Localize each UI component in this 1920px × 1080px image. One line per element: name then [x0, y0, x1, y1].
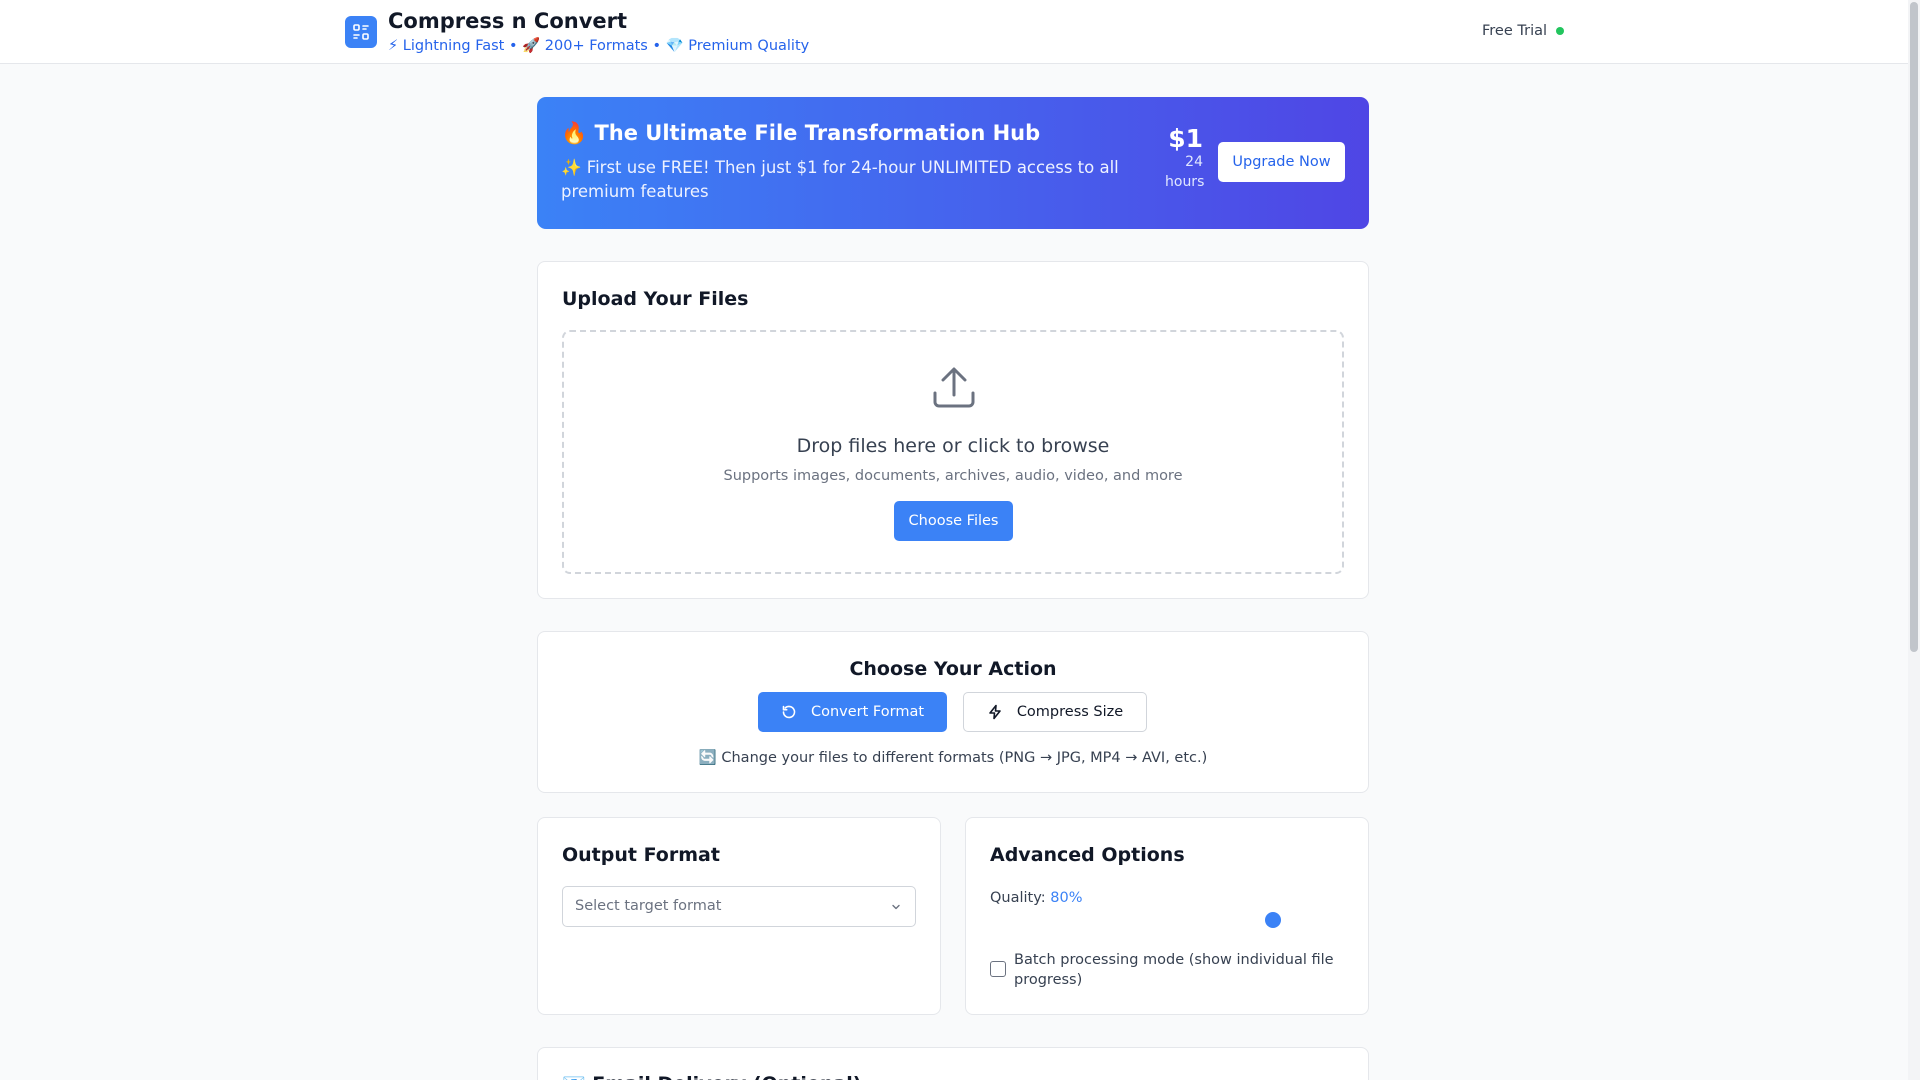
price-period: 24 hours — [1165, 154, 1205, 190]
lightning-icon — [989, 704, 1001, 720]
quality-value: 80% — [1050, 890, 1083, 906]
refresh-icon — [782, 705, 796, 719]
upload-title: Upload Your Files — [562, 288, 749, 310]
quality-slider-thumb[interactable] — [1265, 912, 1282, 928]
promo-title: 🔥 The Ultimate File Transformation Hub — [561, 121, 1041, 145]
dropzone-subtitle: Supports images, documents, archives, au… — [723, 468, 1183, 484]
quality-label: Quality: — [990, 890, 1046, 906]
email-delivery-card: 📧 Email Delivery (Optional) — [537, 1047, 1369, 1080]
quality-row: Quality: 80% — [990, 890, 1083, 906]
upload-icon — [933, 367, 975, 408]
dropzone-title: Drop files here or click to browse — [796, 435, 1110, 457]
output-format-title: Output Format — [562, 844, 720, 866]
app-logo[interactable] — [345, 16, 377, 48]
action-card: Choose Your Action Convert Format Compre… — [537, 631, 1369, 793]
quality-slider[interactable] — [990, 912, 1344, 928]
target-format-select[interactable]: Select target format — [562, 886, 916, 927]
free-trial-label: Free Trial — [1482, 23, 1548, 39]
app-tagline: ⚡ Lightning Fast • 🚀 200+ Formats • 💎 Pr… — [388, 38, 810, 54]
action-title: Choose Your Action — [849, 658, 1057, 680]
batch-mode-label: Batch processing mode (show individual f… — [1014, 952, 1334, 988]
convert-format-label: Convert Format — [810, 704, 925, 720]
price-block: $1 24 hours — [1143, 124, 1205, 192]
file-dropzone[interactable]: Drop files here or click to browse Suppo… — [562, 330, 1344, 574]
price-amount: $1 — [1168, 124, 1203, 153]
compress-size-label: Compress Size — [1016, 704, 1124, 720]
promo-banner: 🔥 The Ultimate File Transformation Hub ✨… — [537, 97, 1369, 229]
output-format-card: Output Format Select target format — [537, 817, 941, 1015]
advanced-options-card: Advanced Options Quality: 80% Batch proc… — [965, 817, 1369, 1015]
email-delivery-title: 📧 Email Delivery (Optional) — [562, 1072, 861, 1080]
compress-size-button[interactable]: Compress Size — [963, 692, 1147, 732]
chevron-down-icon — [892, 904, 900, 910]
page-scrollbar[interactable] — [1908, 0, 1920, 1080]
convert-format-button[interactable]: Convert Format — [758, 692, 947, 732]
scrollbar-thumb[interactable] — [1910, 2, 1918, 652]
upgrade-now-button[interactable]: Upgrade Now — [1218, 142, 1345, 182]
page: Compress n Convert ⚡ Lightning Fast • 🚀 … — [0, 0, 1908, 1080]
batch-mode-checkbox[interactable] — [990, 961, 1006, 977]
status-dot-icon — [1556, 27, 1565, 35]
choose-files-button[interactable]: Choose Files — [894, 501, 1013, 541]
promo-subtitle: ✨ First use FREE! Then just $1 for 24-ho… — [561, 158, 1119, 201]
convert-icon — [353, 24, 369, 40]
app-header: Compress n Convert ⚡ Lightning Fast • 🚀 … — [0, 0, 1908, 64]
free-trial-status: Free Trial — [1482, 23, 1565, 39]
advanced-options-title: Advanced Options — [990, 844, 1185, 866]
app-title: Compress n Convert — [388, 9, 628, 33]
action-description: 🔄 Change your files to different formats… — [698, 750, 1208, 766]
target-format-placeholder: Select target format — [575, 898, 722, 914]
upload-card: Upload Your Files Drop files here or cli… — [537, 261, 1369, 599]
